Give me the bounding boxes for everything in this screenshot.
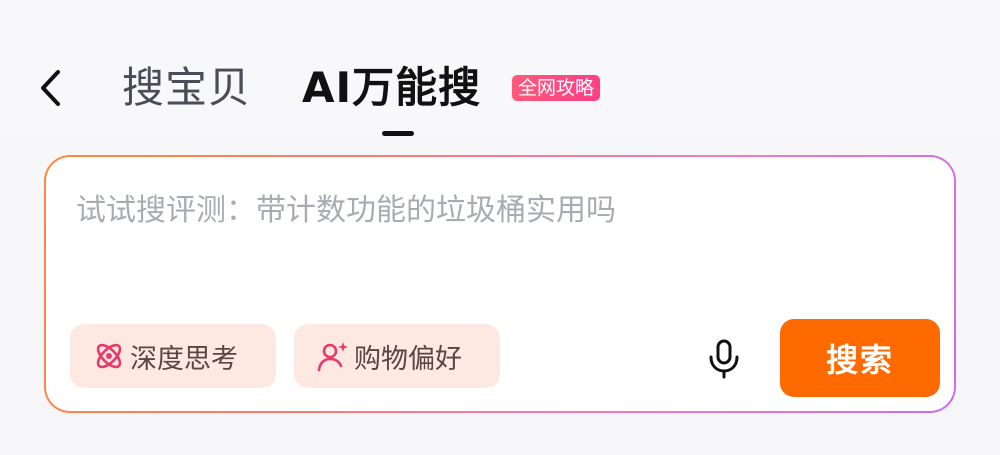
ai-search-page: 搜宝贝 AI万能搜 全网攻略 深度思考 [0, 0, 1000, 455]
active-tab-indicator [382, 131, 414, 136]
search-input[interactable] [76, 185, 916, 235]
shopping-preference-label: 购物偏好 [354, 343, 462, 375]
atom-icon [92, 339, 126, 373]
back-button[interactable] [28, 62, 72, 114]
user-sparkle-icon [316, 339, 350, 373]
deep-thinking-label: 深度思考 [130, 343, 238, 375]
shopping-preference-button[interactable]: 购物偏好 [294, 324, 500, 388]
tab-ai-search[interactable]: AI万能搜 [302, 58, 481, 118]
chevron-left-icon [41, 70, 60, 106]
deep-thinking-button[interactable]: 深度思考 [70, 324, 276, 388]
tab-search-items[interactable]: 搜宝贝 [122, 58, 251, 118]
voice-input-button[interactable] [702, 337, 746, 381]
search-card: 深度思考 购物偏好 搜索 [44, 155, 956, 413]
microphone-icon [709, 339, 739, 379]
web-guide-badge: 全网攻略 [512, 75, 601, 101]
search-button[interactable]: 搜索 [780, 319, 940, 397]
